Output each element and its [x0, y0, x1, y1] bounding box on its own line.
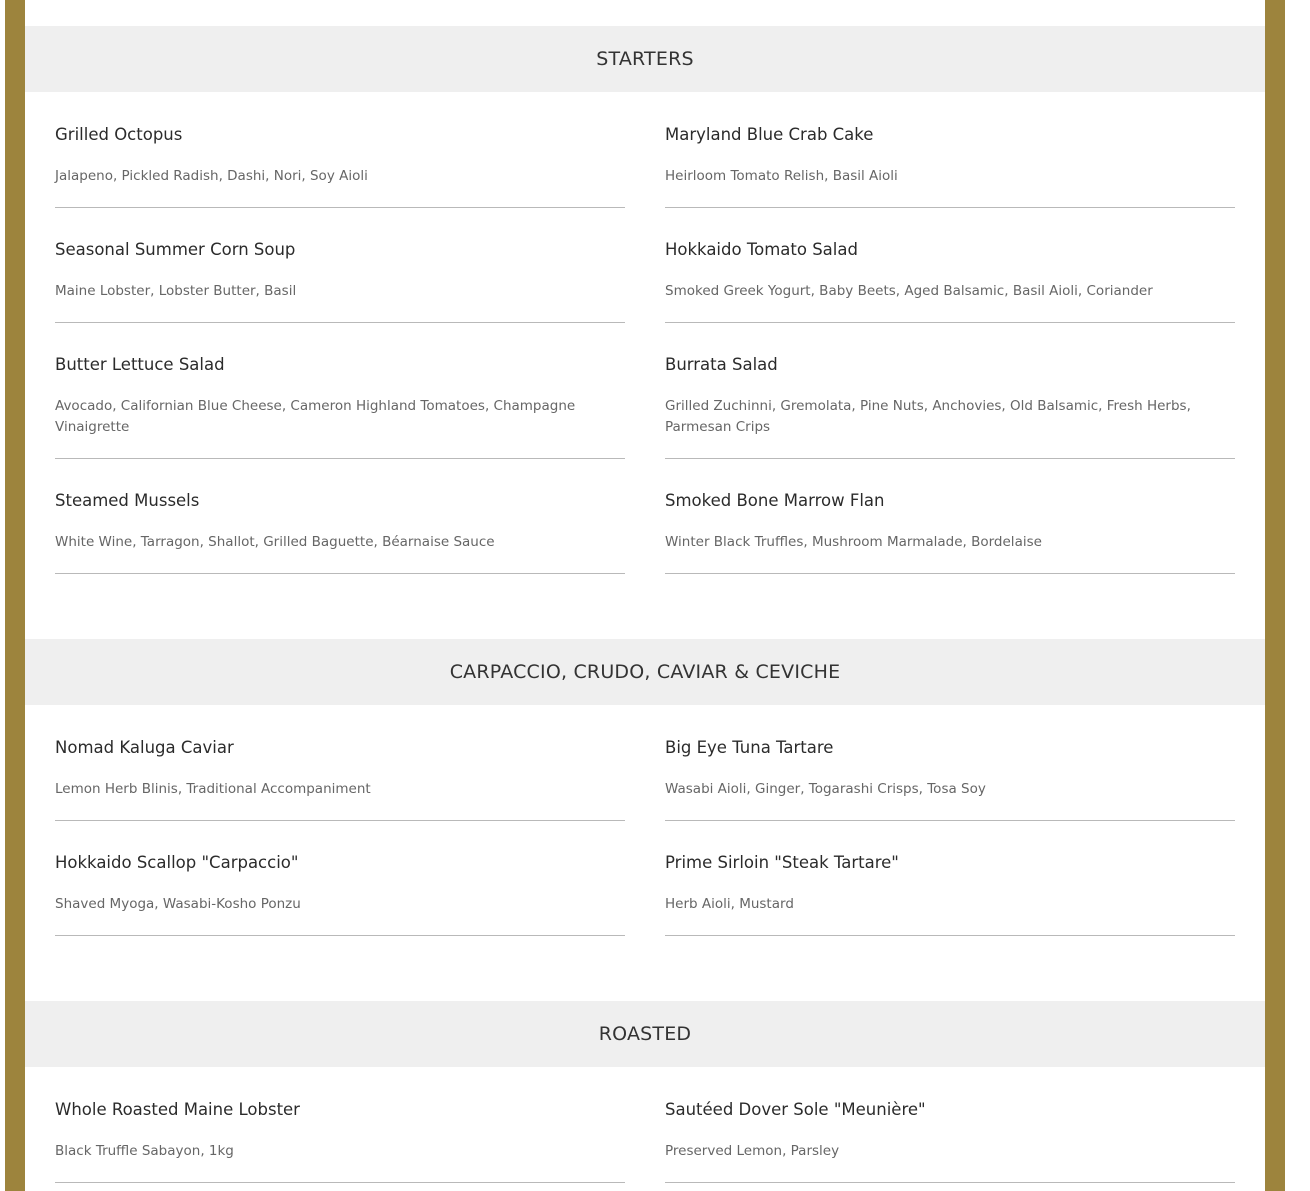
- section-title: CARPACCIO, CRUDO, CAVIAR & CEVICHE: [449, 661, 841, 683]
- menu-content: STARTERS Grilled Octopus Jalapeno, Pickl…: [25, 0, 1265, 1191]
- menu-item: Nomad Kaluga Caviar Lemon Herb Blinis, T…: [55, 737, 625, 821]
- section-header-roasted: ROASTED: [25, 1001, 1265, 1067]
- menu-item-description: Avocado, Californian Blue Cheese, Camero…: [55, 398, 576, 435]
- menu-item-description: Winter Black Truffles, Mushroom Marmalad…: [665, 534, 1042, 550]
- menu-item-name: Burrata Salad: [665, 355, 778, 374]
- page-frame: STARTERS Grilled Octopus Jalapeno, Pickl…: [0, 0, 1310, 1191]
- gold-border-right: [1265, 0, 1285, 1191]
- menu-item-name: Nomad Kaluga Caviar: [55, 738, 234, 757]
- section-title: ROASTED: [598, 1023, 692, 1045]
- menu-item: Whole Roasted Maine Lobster Black Truffl…: [55, 1099, 625, 1183]
- menu-item-description: Maine Lobster, Lobster Butter, Basil: [55, 283, 297, 299]
- menu-item: Prime Sirloin "Steak Tartare" Herb Aioli…: [665, 852, 1235, 936]
- section-title: STARTERS: [596, 48, 694, 70]
- menu-item-description: Jalapeno, Pickled Radish, Dashi, Nori, S…: [55, 168, 368, 184]
- menu-item-description: Shaved Myoga, Wasabi-Kosho Ponzu: [55, 896, 301, 912]
- menu-item-description: White Wine, Tarragon, Shallot, Grilled B…: [55, 534, 495, 550]
- menu-item-description: Heirloom Tomato Relish, Basil Aioli: [665, 168, 898, 184]
- menu-item: Hokkaido Scallop "Carpaccio" Shaved Myog…: [55, 852, 625, 936]
- menu-item-description: Smoked Greek Yogurt, Baby Beets, Aged Ba…: [665, 283, 1153, 299]
- menu-item-description: Preserved Lemon, Parsley: [665, 1143, 840, 1159]
- menu-item-name: Hokkaido Scallop "Carpaccio": [55, 853, 299, 872]
- menu-item: Grilled Octopus Jalapeno, Pickled Radish…: [55, 124, 625, 208]
- menu-item: Sautéed Dover Sole "Meunière" Preserved …: [665, 1099, 1235, 1183]
- menu-item: Seasonal Summer Corn Soup Maine Lobster,…: [55, 239, 625, 323]
- menu-item: Big Eye Tuna Tartare Wasabi Aioli, Ginge…: [665, 737, 1235, 821]
- menu-item-name: Grilled Octopus: [55, 125, 183, 144]
- menu-item-name: Whole Roasted Maine Lobster: [55, 1100, 300, 1119]
- menu-item: Steamed Mussels White Wine, Tarragon, Sh…: [55, 490, 625, 574]
- menu-item-name: Sautéed Dover Sole "Meunière": [665, 1100, 926, 1119]
- menu-item-name: Big Eye Tuna Tartare: [665, 738, 834, 757]
- menu-item: Burrata Salad Grilled Zuchinni, Gremolat…: [665, 354, 1235, 459]
- menu-item-description: Wasabi Aioli, Ginger, Togarashi Crisps, …: [665, 781, 986, 797]
- menu-item-description: Grilled Zuchinni, Gremolata, Pine Nuts, …: [665, 398, 1191, 435]
- menu-item: Butter Lettuce Salad Avocado, California…: [55, 354, 625, 459]
- section-header-carpaccio: CARPACCIO, CRUDO, CAVIAR & CEVICHE: [25, 639, 1265, 705]
- gold-border-left: [5, 0, 25, 1191]
- section-header-starters: STARTERS: [25, 26, 1265, 92]
- menu-item-name: Steamed Mussels: [55, 491, 200, 510]
- menu-item-description: Lemon Herb Blinis, Traditional Accompani…: [55, 781, 371, 797]
- menu-item-name: Butter Lettuce Salad: [55, 355, 225, 374]
- menu-item-name: Prime Sirloin "Steak Tartare": [665, 853, 899, 872]
- menu-item: Maryland Blue Crab Cake Heirloom Tomato …: [665, 124, 1235, 208]
- menu-item-description: Herb Aioli, Mustard: [665, 896, 794, 912]
- menu-item-name: Hokkaido Tomato Salad: [665, 240, 858, 259]
- menu-item-description: Black Truffle Sabayon, 1kg: [55, 1143, 234, 1159]
- menu-item: Hokkaido Tomato Salad Smoked Greek Yogur…: [665, 239, 1235, 323]
- menu-item-name: Smoked Bone Marrow Flan: [665, 491, 885, 510]
- menu-item-name: Maryland Blue Crab Cake: [665, 125, 874, 144]
- menu-item-name: Seasonal Summer Corn Soup: [55, 240, 296, 259]
- menu-item: Smoked Bone Marrow Flan Winter Black Tru…: [665, 490, 1235, 574]
